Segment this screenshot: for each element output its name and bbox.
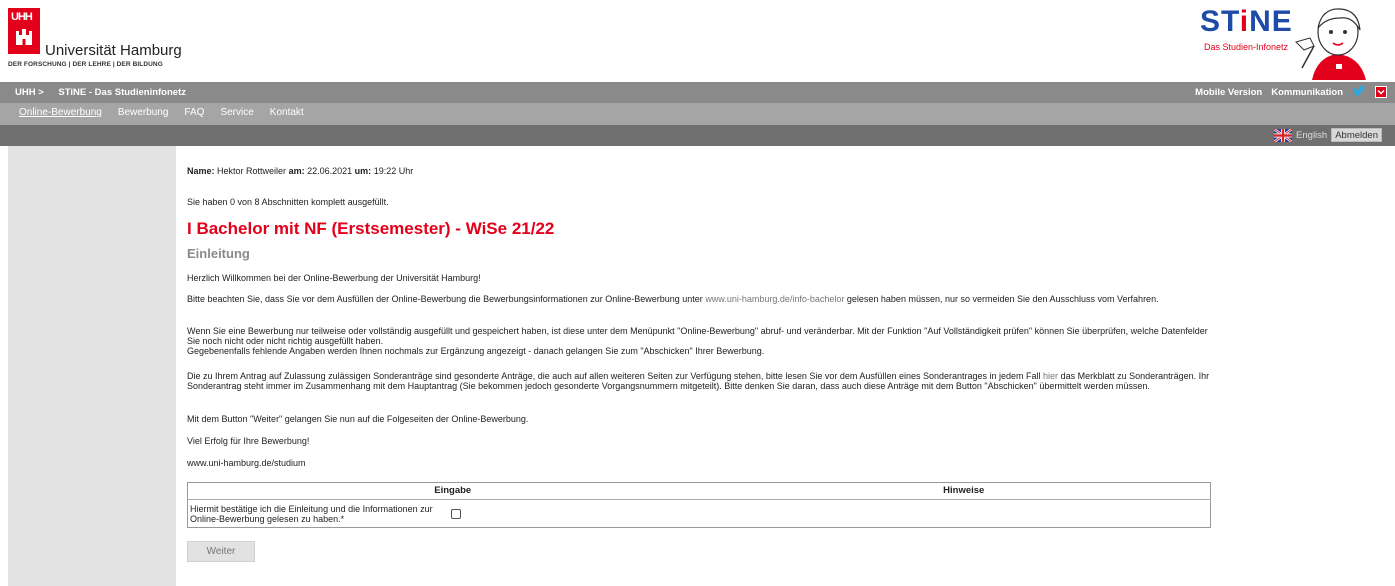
uhh-logo[interactable]: UHH Universität Hamburg DER FORSCHUNG | … — [8, 8, 268, 74]
confirm-label: Hiermit bestätige ich die Einleitung und… — [190, 504, 433, 524]
main-nav: Online-Bewerbung Bewerbung FAQ Service K… — [0, 103, 1395, 125]
uk-flag-icon[interactable] — [1274, 128, 1293, 142]
castle-icon — [16, 29, 32, 45]
info-notice-text-start: Bitte beachten Sie, dass Sie vor dem Aus… — [187, 294, 706, 304]
breadcrumb-current[interactable]: STiNE - Das Studieninfonetz — [58, 87, 186, 98]
chevron-down-icon[interactable] — [1375, 86, 1387, 98]
applicant-info: Name: Hektor Rottweiler am: 22.06.2021 u… — [187, 166, 413, 176]
top-bar: UHH > STiNE - Das Studieninfonetz Mobile… — [0, 82, 1395, 103]
save-notice-line-1: Wenn Sie eine Bewerbung nur teilweise od… — [187, 326, 1208, 346]
welcome-text: Herzlich Willkommen bei der Online-Bewer… — [187, 273, 481, 283]
sub-bar: English Abmelden — [0, 125, 1395, 146]
top-bar-links: Mobile Version Kommunikation — [1195, 85, 1387, 99]
date-label: am: — [288, 166, 305, 176]
nav-item-kontakt[interactable]: Kontakt — [262, 103, 312, 125]
stine-subtitle: Das Studien-Infonetz — [1204, 42, 1289, 52]
left-sidebar — [8, 146, 176, 586]
main-area: Name: Hektor Rottweiler am: 22.06.2021 u… — [0, 146, 1395, 586]
progress-text: Sie haben 0 von 8 Abschnitten komplett a… — [187, 197, 389, 207]
confirmation-table: Eingabe Hinweise Hiermit bestätige ich d… — [187, 482, 1211, 528]
sub-bar-actions: English Abmelden — [1274, 128, 1382, 142]
nav-item-bewerbung[interactable]: Bewerbung — [110, 103, 177, 125]
page-title: I Bachelor mit NF (Erstsemester) - WiSe … — [187, 219, 555, 238]
page-header: UHH Universität Hamburg DER FORSCHUNG | … — [0, 0, 1395, 82]
special-requests-notice: Die zu Ihrem Antrag auf Zulassung zuläss… — [187, 371, 1222, 391]
communication-link[interactable]: Kommunikation — [1271, 87, 1343, 98]
good-luck-text: Viel Erfolg für Ihre Bewerbung! — [187, 436, 310, 446]
hints-cell — [718, 500, 1211, 528]
breadcrumb-home[interactable]: UHH > — [15, 87, 44, 98]
column-header-input: Eingabe — [187, 482, 718, 500]
university-name: Universität Hamburg — [45, 42, 182, 59]
session-date: 22.06.2021 — [307, 166, 353, 176]
logout-button[interactable]: Abmelden — [1331, 128, 1382, 142]
info-bachelor-link[interactable]: www.uni-hamburg.de/info-bachelor — [705, 294, 844, 304]
next-button[interactable]: Weiter — [187, 541, 255, 562]
applicant-name: Hektor Rottweiler — [217, 166, 287, 176]
twitter-icon[interactable] — [1352, 85, 1366, 99]
time-label: um: — [354, 166, 372, 176]
mobile-version-link[interactable]: Mobile Version — [1195, 87, 1262, 98]
language-switch-label[interactable]: English — [1296, 130, 1327, 141]
section-title: Einleitung — [187, 246, 250, 261]
uhh-logo-text: UHH — [11, 11, 33, 23]
uhh-logo-mark: UHH — [8, 8, 40, 54]
confirm-checkbox[interactable] — [451, 509, 461, 520]
study-info-url: www.uni-hamburg.de/studium — [187, 458, 306, 468]
column-header-hints: Hinweise — [717, 482, 1211, 500]
confirm-cell: Hiermit bestätige ich die Einleitung und… — [188, 500, 718, 528]
save-notice-line-2: Gegebenenfalls fehlende Angaben werden I… — [187, 346, 765, 356]
special-requests-text-start: Die zu Ihrem Antrag auf Zulassung zuläss… — [187, 371, 1044, 381]
nav-item-online-bewerbung[interactable]: Online-Bewerbung — [11, 103, 110, 125]
save-notice: Wenn Sie eine Bewerbung nur teilweise od… — [187, 326, 1222, 356]
mascot-illustration — [1295, 8, 1366, 80]
nav-item-service[interactable]: Service — [212, 103, 261, 125]
breadcrumb: UHH > STiNE - Das Studieninfonetz — [15, 87, 198, 98]
name-label: Name: — [187, 166, 215, 176]
stine-logo-text: STiNE — [1200, 5, 1293, 38]
info-notice: Bitte beachten Sie, dass Sie vor dem Aus… — [187, 294, 1222, 304]
info-notice-text-end: gelesen haben müssen, nur so vermeiden S… — [844, 294, 1159, 304]
next-hint: Mit dem Button "Weiter" gelangen Sie nun… — [187, 414, 529, 424]
university-tagline: DER FORSCHUNG | DER LEHRE | DER BILDUNG — [8, 61, 163, 68]
special-requests-link[interactable]: hier — [1043, 371, 1058, 381]
stine-logo[interactable]: STiNE Das Studien-Infonetz — [1182, 0, 1382, 82]
nav-item-faq[interactable]: FAQ — [176, 103, 212, 125]
session-time: 19:22 Uhr — [373, 166, 414, 176]
table-row: Hiermit bestätige ich die Einleitung und… — [188, 500, 1211, 528]
